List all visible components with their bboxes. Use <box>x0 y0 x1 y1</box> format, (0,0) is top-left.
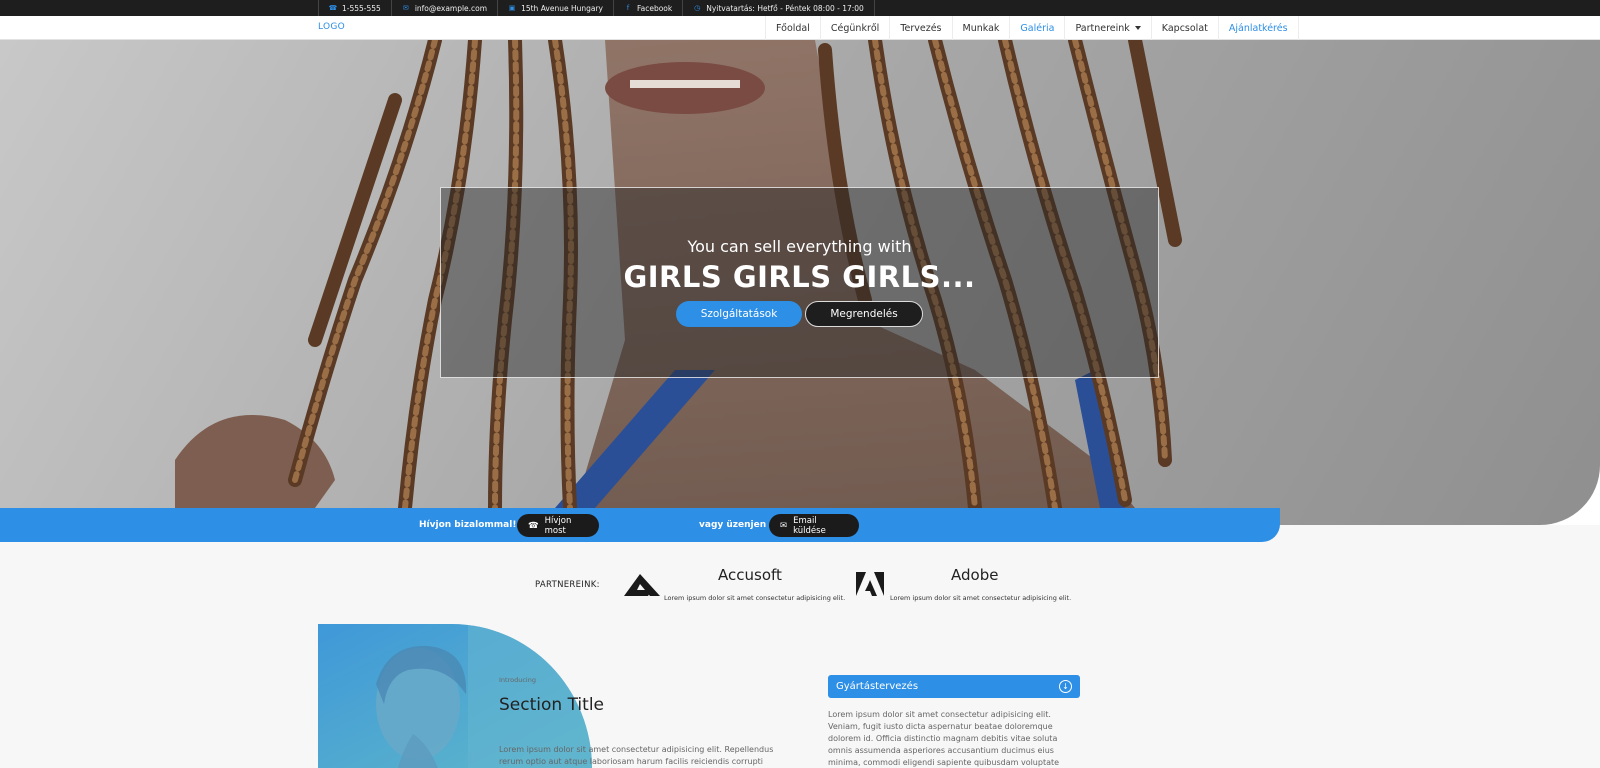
partner-description: Lorem ipsum dolor sit amet consectetur a… <box>664 594 846 602</box>
hero-section: You can sell everything with GIRLS GIRLS… <box>0 40 1600 525</box>
topbar-hours: ◷ Nyitvatartás: Hetfő - Péntek 08:00 - 1… <box>682 0 875 16</box>
nav-item-partnereink-label: Partnereink <box>1075 22 1130 34</box>
topbar-facebook-text: Facebook <box>636 3 673 13</box>
section-intro: Introducing <box>499 676 536 684</box>
top-info-bar: ☎ 1-555-555 ✉ info@example.com ▣ 15th Av… <box>0 0 1600 16</box>
services-button[interactable]: Szolgáltatások <box>676 301 802 327</box>
nav-item-kapcsolat[interactable]: Kapcsolat <box>1150 16 1218 40</box>
facebook-icon: f <box>626 4 630 12</box>
topbar-email[interactable]: ✉ info@example.com <box>390 0 497 16</box>
adobe-logo-icon <box>856 572 884 596</box>
topbar-phone-text: 1-555-555 <box>342 3 381 13</box>
section-title: Section Title <box>499 695 604 715</box>
partners-label: PARTNEREINK: <box>535 580 600 590</box>
accordion-title: Gyártástervezés <box>836 681 919 692</box>
order-button[interactable]: Megrendelés <box>805 301 923 327</box>
nav-item-partnereink[interactable]: Partnereink <box>1064 16 1150 40</box>
arrow-down-circle-icon: ↓ <box>1059 680 1072 693</box>
partner-description: Lorem ipsum dolor sit amet consectetur a… <box>890 594 1072 602</box>
mail-icon: ✉ <box>402 4 409 12</box>
partner-name: Adobe <box>951 566 999 584</box>
hero-subtitle: You can sell everything with <box>687 237 912 256</box>
call-prompt-text: Hívjon bizalommal! <box>419 520 517 530</box>
partner-name: Accusoft <box>718 566 782 584</box>
accordion-text: Lorem ipsum dolor sit amet consectetur a… <box>828 710 1060 767</box>
send-email-button[interactable]: ✉ Email küldése <box>769 514 859 537</box>
nav-item-tervezes[interactable]: Tervezés <box>889 16 951 40</box>
topbar-email-text: info@example.com <box>414 3 488 13</box>
nav-item-ajanlatkeres[interactable]: Ajánlatkérés <box>1217 16 1299 40</box>
call-now-button[interactable]: ☎ Hívjon most <box>517 514 599 537</box>
accordion-header[interactable]: Gyártástervezés ↓ <box>828 675 1080 698</box>
topbar-facebook[interactable]: f Facebook <box>612 0 682 16</box>
topbar-phone[interactable]: ☎ 1-555-555 <box>318 0 391 16</box>
topbar-address[interactable]: ▣ 15th Avenue Hungary <box>497 0 613 16</box>
send-email-label: Email küldése <box>793 515 826 536</box>
call-now-label: Hívjon most <box>544 515 572 536</box>
accusoft-logo-icon <box>624 574 660 596</box>
nav-item-cegunkrol[interactable]: Cégünkről <box>819 16 889 40</box>
clock-icon: ◷ <box>694 4 701 12</box>
hero-buttons: Szolgáltatások Megrendelés <box>441 301 1158 327</box>
hero-content-box: You can sell everything with GIRLS GIRLS… <box>440 187 1159 378</box>
section-text: Lorem ipsum dolor sit amet consectetur a… <box>499 745 774 766</box>
mail-icon: ✉ <box>780 520 788 531</box>
hero-title: GIRLS GIRLS GIRLS... <box>623 260 976 294</box>
nav-item-galeria[interactable]: Galéria <box>1009 16 1064 40</box>
nav-item-munkak[interactable]: Munkak <box>951 16 1010 40</box>
topbar-hours-text: Nyitvatartás: Hetfő - Péntek 08:00 - 17:… <box>706 3 864 13</box>
main-navbar: LOGO Főoldal Cégünkről Tervezés Munkak G… <box>0 16 1600 40</box>
nav-item-fooldal[interactable]: Főoldal <box>765 16 820 40</box>
phone-icon: ☎ <box>328 4 338 12</box>
message-prompt-text: vagy üzenjen <box>699 520 767 530</box>
call-strip: Hívjon bizalommal! ☎ Hívjon most vagy üz… <box>0 508 1280 542</box>
topbar-address-text: 15th Avenue Hungary <box>521 3 603 13</box>
site-logo[interactable]: LOGO <box>318 22 345 32</box>
nav-menu: Főoldal Cégünkről Tervezés Munkak Galéri… <box>765 16 1299 40</box>
phone-icon: ☎ <box>528 520 539 531</box>
chevron-down-icon <box>1134 26 1141 30</box>
building-icon: ▣ <box>508 4 516 12</box>
